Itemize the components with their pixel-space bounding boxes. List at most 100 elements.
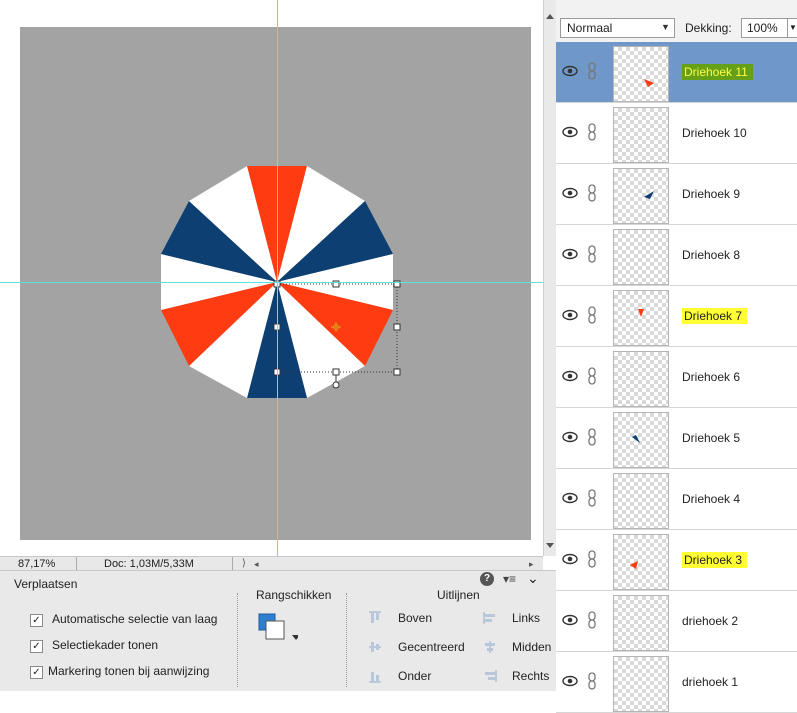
layer-row[interactable]: Driehoek 4 — [556, 469, 797, 530]
align-middle-icon[interactable] — [483, 640, 497, 654]
show-bounding-box-label[interactable]: Selectiekader tonen — [52, 638, 158, 652]
layer-name[interactable]: Driehoek 5 — [682, 431, 740, 445]
layer-row[interactable]: Driehoek 9 — [556, 164, 797, 225]
layers-header: Normaal ▼ Dekking: 100% ▼ — [556, 0, 797, 42]
show-highlight-label[interactable]: Markering tonen bij aanwijzing — [48, 664, 209, 678]
layer-thumbnail-shape — [630, 561, 638, 569]
arrange-icon — [258, 613, 300, 640]
layer-name[interactable]: Driehoek 4 — [682, 492, 740, 506]
align-middle-label[interactable]: Midden — [512, 640, 551, 654]
canvas-vertical-scrollbar[interactable] — [543, 0, 557, 556]
layer-name[interactable]: Driehoek 6 — [682, 370, 740, 384]
align-left-label[interactable]: Links — [512, 611, 540, 625]
align-bottom-icon[interactable] — [368, 669, 382, 683]
layer-name[interactable]: Driehoek 8 — [682, 248, 740, 262]
scroll-down-icon[interactable] — [546, 543, 554, 548]
layer-name[interactable]: Driehoek 3 — [682, 552, 748, 568]
align-center-icon[interactable] — [368, 640, 382, 654]
arrange-button[interactable] — [258, 613, 300, 647]
link-icon[interactable] — [587, 611, 597, 629]
link-icon[interactable] — [587, 306, 597, 324]
align-left-icon[interactable] — [483, 611, 497, 625]
layer-row[interactable]: Driehoek 11 — [556, 42, 797, 103]
blend-mode-dropdown[interactable]: Normaal ▼ — [560, 18, 675, 38]
eye-icon[interactable] — [562, 491, 578, 505]
checkbox-auto-select-layer[interactable]: ✓ — [30, 614, 43, 627]
layer-row[interactable]: Driehoek 8 — [556, 225, 797, 286]
link-icon[interactable] — [587, 123, 597, 141]
layer-row[interactable]: driehoek 2 — [556, 591, 797, 652]
link-icon[interactable] — [587, 245, 597, 263]
checkbox-show-highlight[interactable]: ✓ — [30, 666, 43, 679]
link-icon[interactable] — [587, 184, 597, 202]
canvas-area[interactable] — [0, 0, 543, 556]
layer-thumbnail[interactable] — [613, 107, 669, 163]
layer-thumbnail[interactable] — [613, 168, 669, 224]
layer-name[interactable]: driehoek 2 — [682, 614, 738, 628]
layer-name[interactable]: driehoek 1 — [682, 675, 738, 689]
layer-thumbnail[interactable] — [613, 656, 669, 712]
eye-icon[interactable] — [562, 674, 578, 688]
layer-thumbnail[interactable] — [613, 351, 669, 407]
divider — [346, 593, 347, 687]
dodecagon-artwork[interactable] — [0, 0, 543, 556]
layer-thumbnail[interactable] — [613, 595, 669, 651]
layer-name[interactable]: Driehoek 10 — [682, 126, 747, 140]
layer-name[interactable]: Driehoek 7 — [682, 308, 748, 324]
checkbox-show-bounding-box[interactable]: ✓ — [30, 640, 43, 653]
align-center-label[interactable]: Gecentreerd — [398, 640, 465, 654]
layer-thumbnail[interactable] — [613, 46, 669, 102]
eye-icon[interactable] — [562, 369, 578, 383]
layer-name[interactable]: Driehoek 11 — [682, 64, 753, 80]
panel-menu-icon[interactable]: ▾≡ — [503, 572, 516, 586]
layer-row[interactable]: Driehoek 3 — [556, 530, 797, 591]
layer-thumbnail[interactable] — [613, 290, 669, 346]
layer-thumbnail[interactable] — [613, 412, 669, 468]
zoom-level[interactable]: 87,17% — [18, 557, 77, 571]
layer-row[interactable]: Driehoek 7 — [556, 286, 797, 347]
eye-icon[interactable] — [562, 552, 578, 566]
layer-row[interactable]: Driehoek 5 — [556, 408, 797, 469]
horizontal-guide — [0, 282, 543, 283]
link-icon[interactable] — [587, 428, 597, 446]
scroll-up-icon[interactable] — [546, 14, 554, 19]
layer-row[interactable]: driehoek 1 — [556, 652, 797, 713]
eye-icon[interactable] — [562, 308, 578, 322]
collapse-chevron-icon[interactable]: ⌄ — [527, 570, 539, 587]
layer-row[interactable]: Driehoek 6 — [556, 347, 797, 408]
help-icon[interactable]: ? — [480, 572, 494, 586]
status-menu-arrow-icon[interactable]: ⟩ — [242, 557, 246, 571]
layer-name[interactable]: Driehoek 9 — [682, 187, 740, 201]
layer-thumbnail[interactable] — [613, 534, 669, 590]
eye-icon[interactable] — [562, 430, 578, 444]
eye-icon[interactable] — [562, 186, 578, 200]
align-right-icon[interactable] — [483, 669, 497, 683]
eye-icon[interactable] — [562, 247, 578, 261]
scroll-right-icon[interactable]: ▸ — [529, 557, 534, 571]
tool-options-panel: Verplaatsen ✓ Automatische selectie van … — [0, 570, 556, 691]
layer-thumbnail[interactable] — [613, 473, 669, 529]
blend-mode-value: Normaal — [567, 21, 613, 35]
layer-thumbnail-shape — [638, 309, 644, 317]
link-icon[interactable] — [587, 489, 597, 507]
opacity-value: 100% — [747, 21, 778, 35]
auto-select-layer-label[interactable]: Automatische selectie van laag — [52, 612, 217, 626]
scroll-left-icon[interactable]: ◂ — [254, 557, 259, 571]
align-right-label[interactable]: Rechts — [512, 669, 549, 683]
link-icon[interactable] — [587, 62, 597, 80]
layer-row[interactable]: Driehoek 10 — [556, 103, 797, 164]
link-icon[interactable] — [587, 672, 597, 690]
opacity-dropdown-icon[interactable]: ▼ — [787, 18, 797, 38]
align-top-icon[interactable] — [368, 611, 382, 625]
eye-icon[interactable] — [562, 613, 578, 627]
eye-icon[interactable] — [562, 125, 578, 139]
layer-thumbnail-shape — [644, 191, 654, 199]
align-bottom-label[interactable]: Onder — [398, 669, 431, 683]
align-top-label[interactable]: Boven — [398, 611, 432, 625]
link-icon[interactable] — [587, 550, 597, 568]
link-icon[interactable] — [587, 367, 597, 385]
eye-icon[interactable] — [562, 64, 578, 78]
layer-thumbnail[interactable] — [613, 229, 669, 285]
layer-thumbnail-shape — [644, 79, 654, 87]
opacity-field[interactable]: 100% — [741, 18, 788, 38]
